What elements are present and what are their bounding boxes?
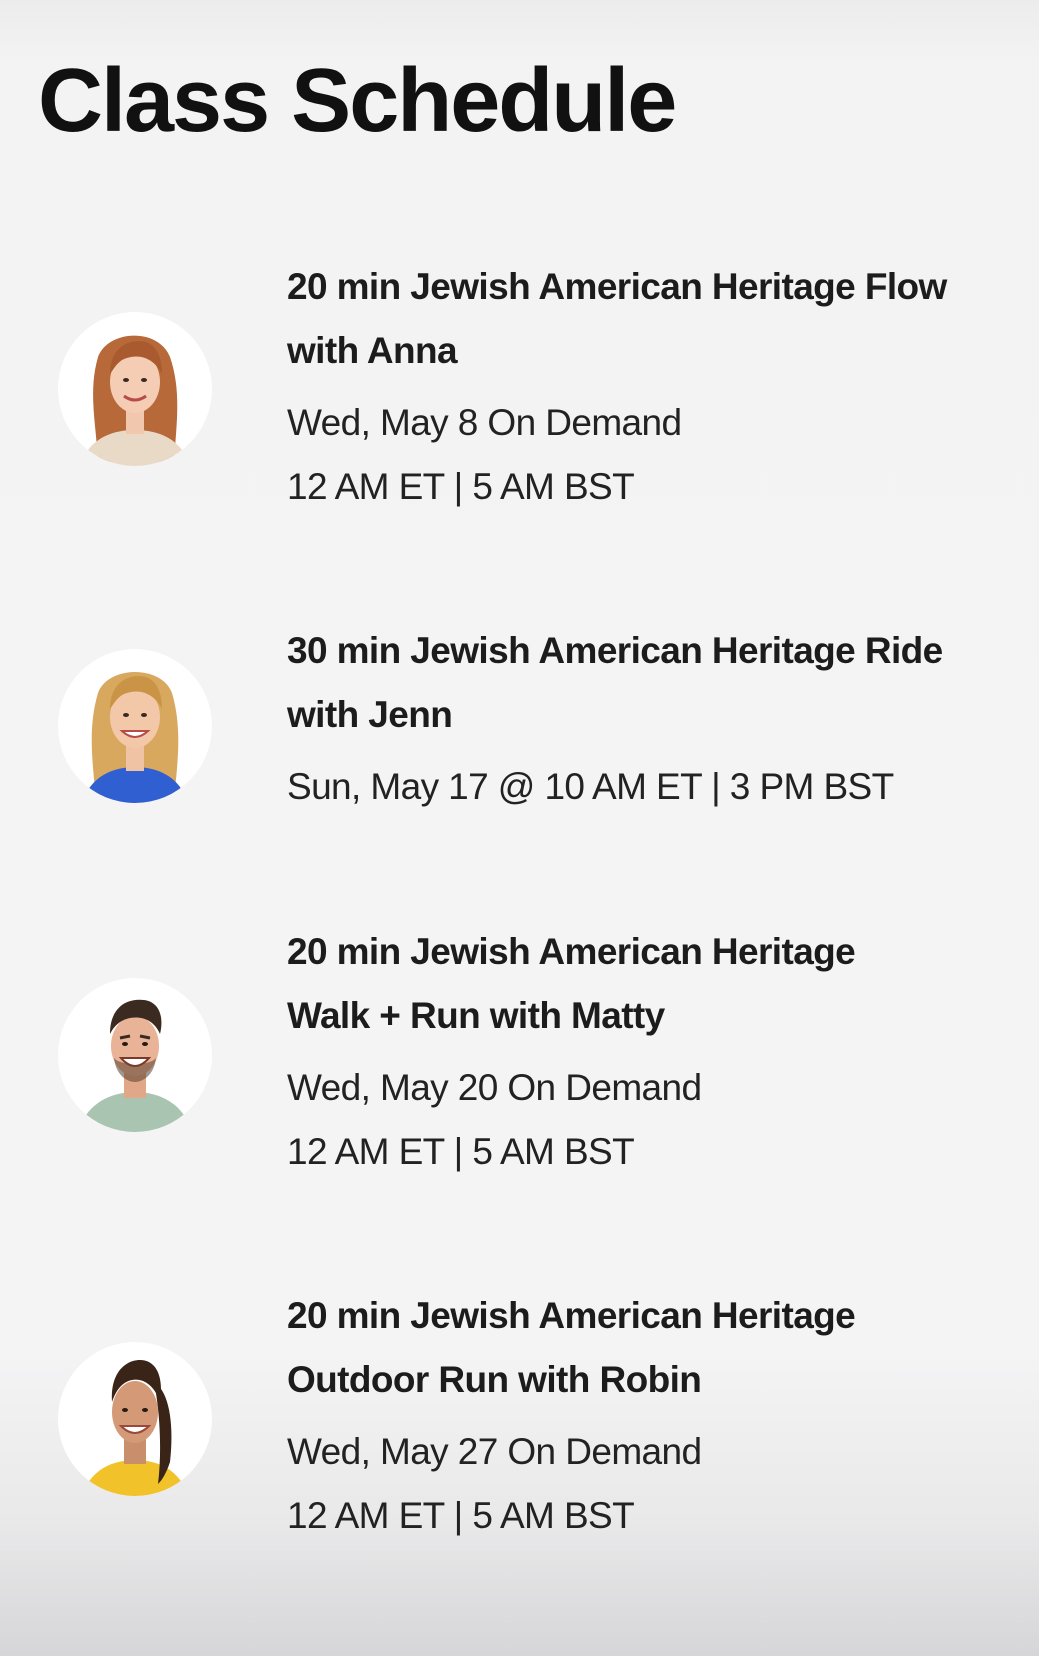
class-date: Wed, May 27 On Demand <box>287 1431 702 1472</box>
instructor-avatar-robin <box>58 1342 212 1496</box>
instructor-avatar-jenn <box>58 649 212 803</box>
class-title-line-2: Outdoor Run with Robin <box>287 1359 702 1400</box>
class-time: 12 AM ET | 5 AM BST <box>287 466 635 507</box>
class-title-line-1: 30 min Jewish American Heritage Ride <box>287 630 943 671</box>
class-date: Wed, May 8 On Demand <box>287 402 682 443</box>
class-details: 20 min Jewish American Heritage Flow wit… <box>287 255 1022 519</box>
class-date: Wed, May 20 On Demand <box>287 1067 702 1108</box>
class-details: 20 min Jewish American Heritage Walk + R… <box>287 920 1022 1184</box>
class-time: 12 AM ET | 5 AM BST <box>287 1495 635 1536</box>
instructor-avatar-matty <box>58 978 212 1132</box>
class-time: 12 AM ET | 5 AM BST <box>287 1131 635 1172</box>
class-title-line-2: with Jenn <box>287 694 453 735</box>
class-title-line-1: 20 min Jewish American Heritage <box>287 1295 856 1336</box>
class-title-line-1: 20 min Jewish American Heritage <box>287 931 856 972</box>
class-details: 30 min Jewish American Heritage Ride wit… <box>287 619 1022 819</box>
instructor-robin-photo-icon <box>82 1360 188 1496</box>
instructor-jenn-photo-icon <box>82 672 188 803</box>
class-date-time: Sun, May 17 @ 10 AM ET | 3 PM BST <box>287 766 894 807</box>
page-title: Class Schedule <box>38 51 677 151</box>
instructor-avatar-anna <box>58 312 212 466</box>
instructor-anna-photo-icon <box>80 335 190 466</box>
instructor-matty-photo-icon <box>78 999 192 1132</box>
class-title-line-2: Walk + Run with Matty <box>287 995 665 1036</box>
class-title-line-1: 20 min Jewish American Heritage Flow <box>287 266 947 307</box>
class-details: 20 min Jewish American Heritage Outdoor … <box>287 1284 1022 1548</box>
class-title-line-2: with Anna <box>287 330 458 371</box>
